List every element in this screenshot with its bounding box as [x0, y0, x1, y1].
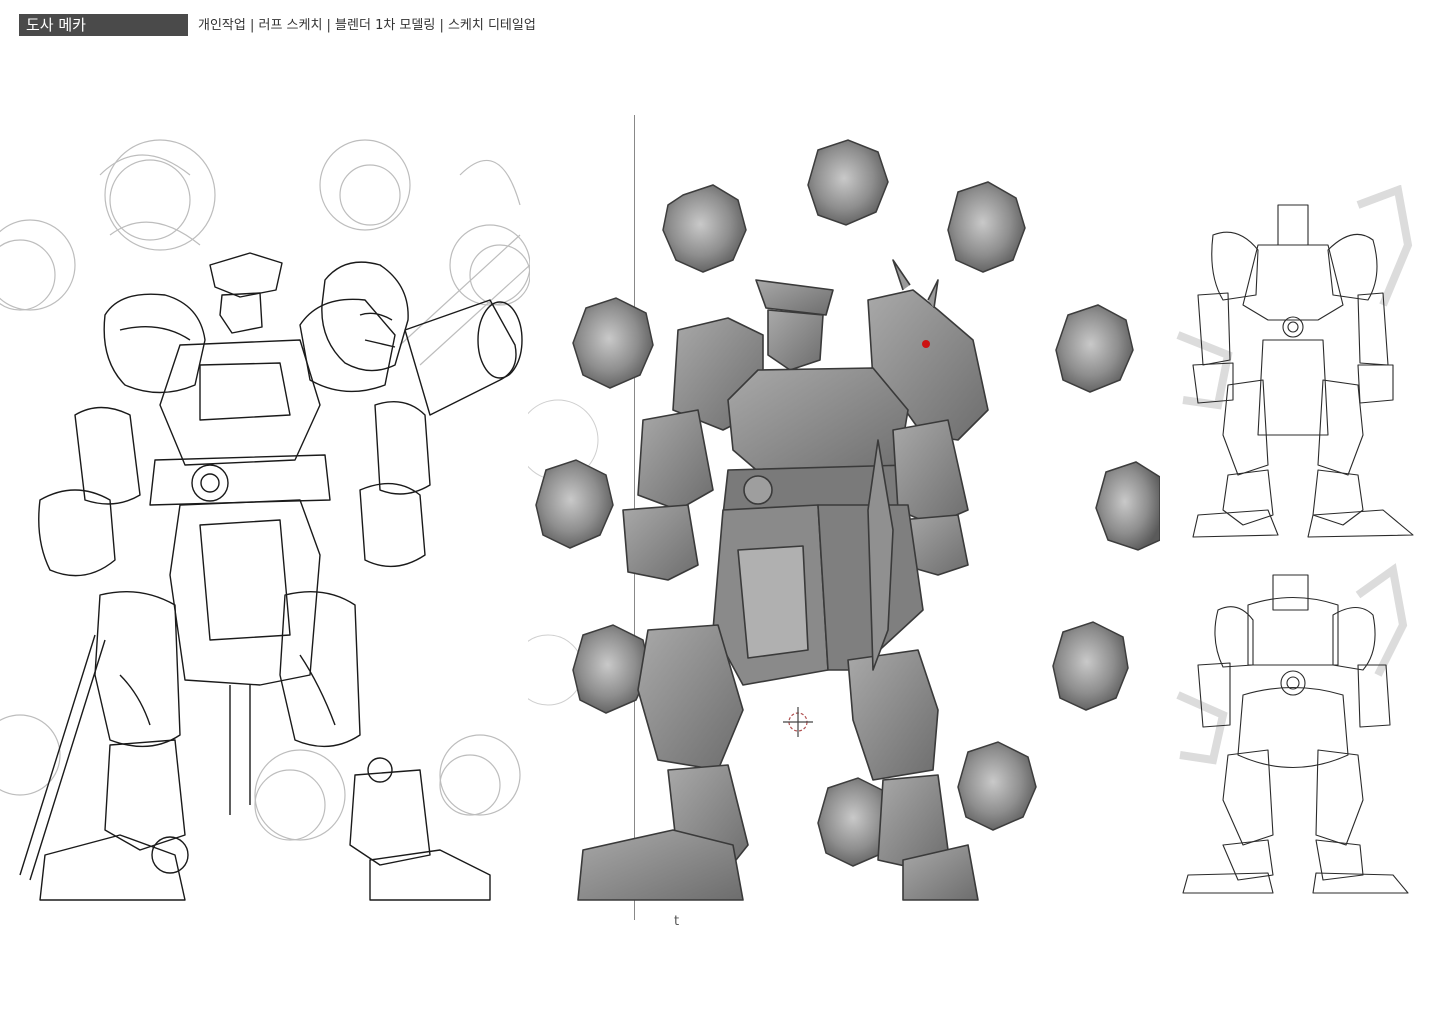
crosshair-3d-cursor-icon — [783, 707, 813, 737]
page-title: 도사 메카 — [19, 14, 188, 36]
line-art-back-view — [1176, 563, 1409, 894]
blender-model-panel — [528, 110, 1160, 910]
rough-sketch-panel — [0, 115, 530, 905]
blender-model-render — [528, 139, 1160, 901]
detail-sketch-back — [1168, 555, 1418, 895]
cursor-glyph: t — [674, 914, 680, 929]
line-art-front-view — [1176, 185, 1414, 538]
page-subtitle: 개인작업 | 러프 스케치 | 블렌더 1차 모델링 | 스케치 디테일업 — [198, 18, 536, 33]
detail-sketch-front — [1168, 185, 1418, 540]
rough-sketch-illustration — [0, 139, 530, 901]
